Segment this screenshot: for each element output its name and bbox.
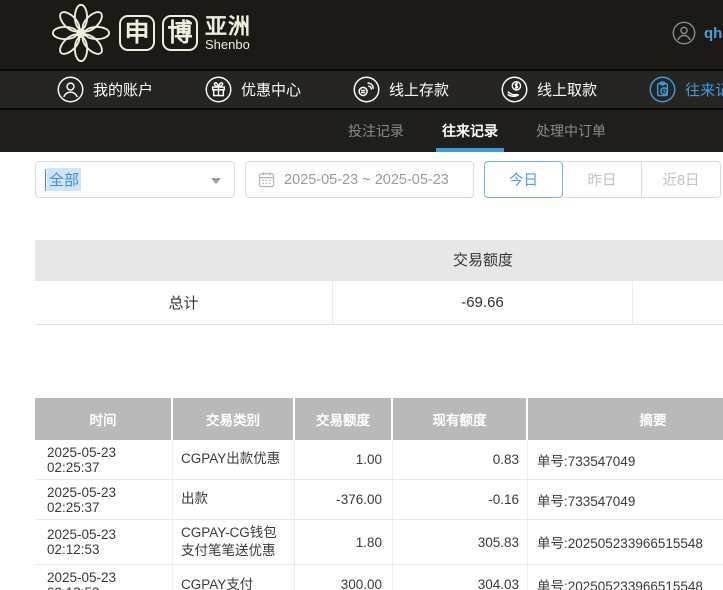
yesterday-button[interactable]: 昨日 [563,161,642,198]
col-header-time: 时间 [35,398,173,440]
category-select[interactable]: 全部 [35,161,235,198]
cell-balance: -0.16 [393,480,528,519]
gift-icon [205,76,232,103]
col-header-type: 交易类别 [173,398,295,440]
deposit-coin-hand-icon [353,76,380,103]
logo-char-box-2: 博 [162,15,198,51]
tab-betting-records[interactable]: 投注记录 [342,110,410,152]
cell-balance: 0.83 [393,440,528,479]
cell-summary: 单号:202505233966515548 [528,565,723,590]
cell-time: 2025-05-23 02:12:53 [35,520,173,564]
cell-summary: 单号:733547049 [528,480,723,519]
quick-date-button-group: 今日 昨日 近8日 [484,161,721,198]
cell-summary: 单号:202505233966515548 [528,520,723,564]
date-range-input[interactable]: 2025-05-23 ~ 2025-05-23 [245,161,474,198]
summary-header-row: 交易额度 [35,240,723,281]
filter-bar: 全部 2025-05-23 ~ 2025-05-23 今日 昨日 近8日 [0,161,723,199]
summary-total-row: 总计 -69.66 [35,281,723,325]
today-button[interactable]: 今日 [484,161,563,198]
summary-table: 交易额度 总计 -69.66 [35,240,723,325]
account-chip[interactable]: qh [672,21,722,45]
flower-logo-icon [50,3,112,63]
cell-balance: 304.03 [393,565,528,590]
table-row: 2025-05-23 02:12:53 CGPAY支付 300.00 304.0… [35,565,723,590]
nav-item-label: 线上取款 [537,79,597,100]
text-cursor [45,169,46,191]
calendar-icon [258,171,275,188]
tab-label: 投注记录 [348,121,404,141]
col-header-amount: 交易额度 [295,398,393,440]
cell-type: CGPAY支付 [173,565,295,590]
withdraw-coin-hand-icon [501,76,528,103]
nav-item-label: 线上存款 [389,79,449,100]
cell-amount: -376.00 [295,480,393,519]
summary-total-label: 总计 [35,281,333,324]
records-clipboard-icon [649,76,676,103]
date-range-value: 2025-05-23 ~ 2025-05-23 [284,172,449,188]
nav-item-label: 优惠中心 [241,79,301,100]
cell-type: 出款 [173,480,295,519]
cell-type: CGPAY-CG钱包支付笔笔送优惠 [173,520,295,564]
nav-item-transaction-records[interactable]: 往来记录 [649,76,723,103]
sub-nav: 投注记录 往来记录 处理中订单 [0,110,723,152]
summary-total-value: -69.66 [333,281,633,324]
nav-item-online-deposit[interactable]: 线上存款 [353,76,449,103]
site-logo[interactable]: 申 博 亚洲 Shenbo [50,3,251,63]
table-row: 2025-05-23 02:25:37 CGPAY出款优惠 1.00 0.83 … [35,440,723,480]
cell-amount: 1.00 [295,440,393,479]
logo-region-text: 亚洲 Shenbo [205,15,251,52]
main-nav: 我的账户 优惠中心 线上存款 [0,69,723,110]
table-header-row: 时间 交易类别 交易额度 现有额度 摘要 [35,398,723,440]
nav-item-label: 往来记录 [685,79,723,100]
chevron-down-icon [211,178,221,184]
cell-summary: 单号:733547049 [528,440,723,479]
transactions-table: 时间 交易类别 交易额度 现有额度 摘要 2025-05-23 02:25:37… [35,398,723,590]
cell-balance: 305.83 [393,520,528,564]
cell-amount: 1.80 [295,520,393,564]
nav-item-online-withdraw[interactable]: 线上取款 [501,76,597,103]
summary-empty-cell [633,281,723,324]
tab-pending-orders[interactable]: 处理中订单 [530,110,612,152]
col-header-balance: 现有额度 [393,398,528,440]
username: qh [704,25,722,42]
avatar-icon [672,21,696,45]
nav-item-label: 我的账户 [93,79,153,100]
col-header-summary: 摘要 [528,398,723,440]
logo-region-zh: 亚洲 [205,15,251,38]
cell-time: 2025-05-23 02:12:53 [35,565,173,590]
nav-item-promotions[interactable]: 优惠中心 [205,76,301,103]
summary-col-header: 交易额度 [333,240,633,281]
table-row: 2025-05-23 02:25:37 出款 -376.00 -0.16 单号:… [35,480,723,520]
user-circle-icon [57,76,84,103]
logo-char-box-1: 申 [119,15,155,51]
cell-amount: 300.00 [295,565,393,590]
category-selected-value: 全部 [47,168,81,191]
table-row: 2025-05-23 02:12:53 CGPAY-CG钱包支付笔笔送优惠 1.… [35,520,723,565]
site-header: 申 博 亚洲 Shenbo qh [0,0,723,69]
tab-label: 往来记录 [442,121,498,141]
cell-time: 2025-05-23 02:25:37 [35,440,173,479]
nav-item-my-account[interactable]: 我的账户 [57,76,153,103]
last-8-days-button[interactable]: 近8日 [642,161,721,198]
cell-type: CGPAY出款优惠 [173,440,295,479]
cell-time: 2025-05-23 02:25:37 [35,480,173,519]
tab-label: 处理中订单 [536,121,606,141]
logo-subtitle: Shenbo [205,38,251,52]
tab-transaction-records[interactable]: 往来记录 [436,110,504,152]
